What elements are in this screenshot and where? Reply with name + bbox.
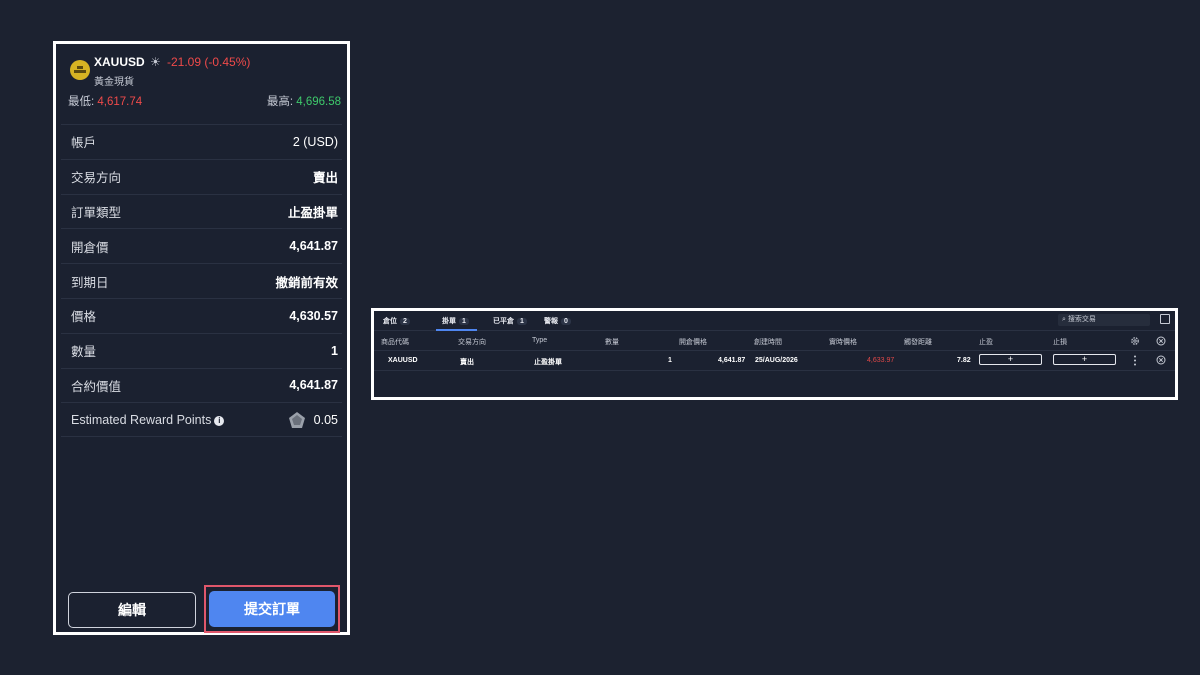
cell-open-price: 4,641.87 xyxy=(718,357,746,364)
row-label: 到期日 xyxy=(71,275,109,290)
row-account: 帳戶 2 (USD) xyxy=(61,124,342,159)
col-qty: 數量 xyxy=(605,339,619,346)
cell-type: 止盈掛單 xyxy=(534,359,562,366)
orders-panel: 倉位 2 掛單 1 已平倉 1 警報 0 ⌕ 搜索交易 商品代碼 交易方向 Type 數… xyxy=(371,308,1178,400)
low-label: 最低: xyxy=(68,96,98,108)
row-label: 價格 xyxy=(71,310,97,325)
tab-count: 2 xyxy=(400,318,410,325)
high-label: 最高: xyxy=(266,96,297,108)
col-symbol: 商品代碼 xyxy=(381,339,409,346)
row-expiry: 到期日 撤銷前有效 xyxy=(61,263,342,298)
market-open-sun-icon: ☀ xyxy=(150,55,161,69)
row-price: 價格 4,630.57 xyxy=(61,297,342,333)
row-value: 止盈掛單 xyxy=(287,205,338,220)
price-change: -21.09 (-0.45%) xyxy=(167,55,251,69)
col-type: Type xyxy=(532,337,548,344)
col-side: 交易方向 xyxy=(458,339,486,346)
symbol-name: XAUUSD xyxy=(94,55,145,69)
col-live-price: 實時價格 xyxy=(829,339,857,346)
tab-pending-orders[interactable]: 掛單 1 xyxy=(436,316,477,331)
edit-button[interactable]: 編輯 xyxy=(68,592,196,628)
cell-side: 賣出 xyxy=(460,359,474,366)
row-label: 訂單類型 xyxy=(71,205,122,220)
row-reward-points: Estimated Reward Points i 0.05 xyxy=(61,402,342,438)
reward-value-wrap: 0.05 xyxy=(288,411,338,429)
row-value: 4,641.87 xyxy=(289,378,338,393)
col-distance: 觸發距離 xyxy=(904,339,932,346)
row-label: 數量 xyxy=(71,345,97,360)
col-created: 創建時間 xyxy=(754,339,782,346)
cell-created: 25/AUG/2026 xyxy=(755,357,798,364)
row-value: 撤銷前有效 xyxy=(275,275,338,290)
tab-count: 0 xyxy=(561,318,571,325)
symbol-subtitle: 黃金現貨 xyxy=(94,77,134,88)
tab-label: 已平倉 xyxy=(493,318,514,325)
row-order-type: 訂單類型 止盈掛單 xyxy=(61,193,342,229)
row-contract-value: 合約價值 4,641.87 xyxy=(61,367,342,403)
table-header: 商品代碼 交易方向 Type 數量 開倉價格 創建時間 實時價格 觸發距離 止盈… xyxy=(374,332,1175,351)
info-icon[interactable]: i xyxy=(214,415,225,426)
col-take-profit: 止盈 xyxy=(979,339,993,346)
table-row[interactable]: XAUUSD 賣出 止盈掛單 1 4,641.87 25/AUG/2026 4,… xyxy=(374,351,1175,371)
reward-label: Estimated Reward Points xyxy=(71,412,212,427)
cell-distance: 7.82 xyxy=(957,357,971,364)
tab-count: 1 xyxy=(517,318,527,325)
close-circle-icon[interactable] xyxy=(1156,336,1166,346)
row-value: 4,641.87 xyxy=(289,239,338,254)
high-price: 最高: 4,696.58 xyxy=(267,93,341,109)
reward-gem-icon xyxy=(288,411,305,428)
tab-positions[interactable]: 倉位 2 xyxy=(383,316,410,326)
cell-symbol: XAUUSD xyxy=(388,357,418,364)
expand-icon[interactable] xyxy=(1160,314,1170,324)
more-vertical-icon[interactable] xyxy=(1132,355,1138,366)
cancel-order-icon[interactable] xyxy=(1156,355,1166,365)
order-details: 帳戶 2 (USD) 交易方向 賣出 訂單類型 止盈掛單 開倉價 4,641.8… xyxy=(61,124,342,438)
search-placeholder: 搜索交易 xyxy=(1067,316,1096,323)
reward-value: 0.05 xyxy=(313,412,338,427)
row-open-price: 開倉價 4,641.87 xyxy=(61,228,342,263)
row-label: 交易方向 xyxy=(71,171,122,186)
add-stop-loss-button[interactable]: + xyxy=(1053,354,1116,365)
row-label: 帳戶 xyxy=(71,136,97,151)
tab-label: 警報 xyxy=(544,318,558,325)
gold-bars-icon xyxy=(70,60,90,80)
low-value: 4,617.74 xyxy=(97,96,143,108)
low-price: 最低: 4,617.74 xyxy=(68,93,142,109)
reward-label-wrap: Estimated Reward Points i xyxy=(71,412,225,427)
row-value: 1 xyxy=(331,343,338,358)
submit-highlight: 提交訂單 xyxy=(204,585,340,633)
row-direction: 交易方向 賣出 xyxy=(61,158,342,194)
tab-alerts[interactable]: 警報 0 xyxy=(544,316,571,326)
tab-count: 1 xyxy=(459,318,469,325)
row-value: 賣出 xyxy=(312,171,338,186)
high-value: 4,696.58 xyxy=(296,96,341,108)
search-trades-input[interactable]: ⌕ 搜索交易 xyxy=(1058,314,1150,326)
row-label: 開倉價 xyxy=(71,240,109,255)
tab-closed[interactable]: 已平倉 1 xyxy=(493,316,527,326)
row-value: 4,630.57 xyxy=(289,308,338,323)
high-low-row: 最低: 4,617.74 最高: 4,696.58 xyxy=(68,93,341,109)
submit-order-button[interactable]: 提交訂單 xyxy=(209,591,335,627)
symbol-header: XAUUSD ☀ -21.09 (-0.45%) 黃金現貨 xyxy=(68,52,339,92)
cell-qty: 1 xyxy=(668,357,672,364)
col-open-price: 開倉價格 xyxy=(679,339,707,346)
row-value: 2 (USD) xyxy=(292,134,338,149)
orders-tabs: 倉位 2 掛單 1 已平倉 1 警報 0 ⌕ 搜索交易 xyxy=(374,311,1175,331)
cell-live-price: 4,633.97 xyxy=(867,357,895,364)
order-panel: XAUUSD ☀ -21.09 (-0.45%) 黃金現貨 最低: 4,617.… xyxy=(53,41,350,635)
add-take-profit-button[interactable]: + xyxy=(979,354,1042,365)
row-quantity: 數量 1 xyxy=(61,332,342,368)
col-stop-loss: 止損 xyxy=(1053,339,1067,346)
tab-label: 掛單 xyxy=(442,318,456,325)
row-label: 合約價值 xyxy=(71,379,122,394)
gear-icon[interactable] xyxy=(1130,336,1140,346)
tab-label: 倉位 xyxy=(383,318,397,325)
